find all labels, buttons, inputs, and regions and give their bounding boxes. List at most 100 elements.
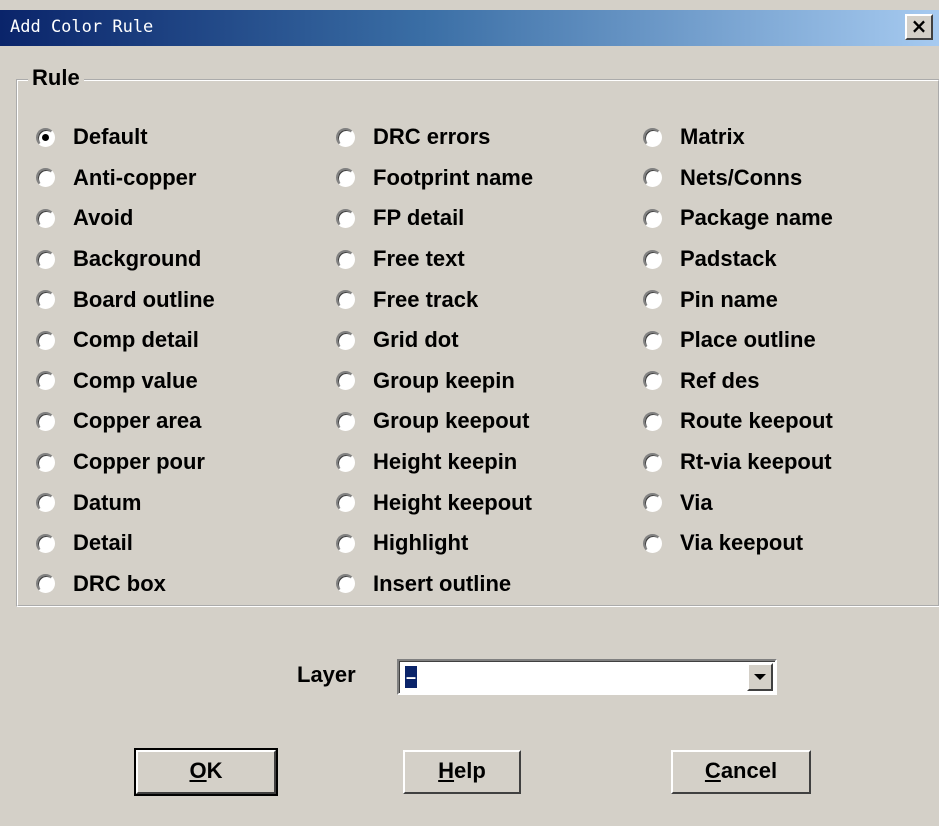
- radio-icon[interactable]: [336, 493, 355, 513]
- rule-radio-comp-detail[interactable]: Comp detail: [36, 320, 215, 361]
- radio-icon[interactable]: [643, 493, 662, 513]
- radio-icon[interactable]: [336, 371, 355, 391]
- rule-radio-route-keepout[interactable]: Route keepout: [643, 401, 833, 442]
- help-label: elp: [454, 758, 486, 783]
- radio-icon[interactable]: [643, 249, 662, 269]
- rule-radio-anti-copper[interactable]: Anti-copper: [36, 158, 215, 199]
- rule-radio-copper-area[interactable]: Copper area: [36, 401, 215, 442]
- rule-radio-height-keepout[interactable]: Height keepout: [336, 482, 533, 523]
- radio-icon[interactable]: [643, 371, 662, 391]
- radio-icon[interactable]: [643, 168, 662, 188]
- radio-icon[interactable]: [336, 330, 355, 350]
- rule-radio-datum[interactable]: Datum: [36, 482, 215, 523]
- rule-radio-padstack[interactable]: Padstack: [643, 239, 833, 280]
- cancel-label: ancel: [720, 758, 778, 783]
- rule-radio-label: Copper area: [73, 408, 202, 434]
- rule-radio-height-keepin[interactable]: Height keepin: [336, 442, 533, 483]
- rule-radio-label: Avoid: [73, 205, 134, 231]
- radio-icon[interactable]: [336, 208, 355, 228]
- rule-radio-detail[interactable]: Detail: [36, 523, 215, 564]
- layer-dropdown-button[interactable]: [747, 663, 773, 691]
- rule-radio-insert-outline[interactable]: Insert outline: [336, 564, 533, 605]
- radio-icon[interactable]: [643, 330, 662, 350]
- rule-radio-drc-box[interactable]: DRC box: [36, 564, 215, 605]
- rule-radio-group-keepout[interactable]: Group keepout: [336, 401, 533, 442]
- rule-radio-nets-conns[interactable]: Nets/Conns: [643, 158, 833, 199]
- rule-radio-group-keepin[interactable]: Group keepin: [336, 361, 533, 402]
- rule-radio-highlight[interactable]: Highlight: [336, 523, 533, 564]
- rule-radio-label: DRC errors: [373, 124, 491, 150]
- radio-icon[interactable]: [36, 533, 55, 553]
- rule-radio-label: Footprint name: [373, 164, 534, 190]
- radio-icon[interactable]: [36, 493, 55, 513]
- radio-icon[interactable]: [36, 452, 55, 472]
- rule-radio-footprint-name[interactable]: Footprint name: [336, 158, 533, 199]
- ok-label: K: [206, 758, 223, 783]
- radio-icon[interactable]: [336, 533, 355, 553]
- rule-radio-avoid[interactable]: Avoid: [36, 198, 215, 239]
- radio-icon[interactable]: [36, 330, 55, 350]
- help-button[interactable]: Help: [403, 750, 521, 794]
- radio-icon[interactable]: [336, 249, 355, 269]
- rule-radio-ref-des[interactable]: Ref des: [643, 361, 833, 402]
- radio-icon[interactable]: [36, 574, 55, 594]
- rule-radio-label: Copper pour: [73, 449, 205, 475]
- rule-radio-label: Comp detail: [73, 327, 199, 353]
- radio-icon[interactable]: [336, 127, 355, 147]
- rule-radio-label: Matrix: [680, 124, 745, 150]
- rule-radio-via-keepout[interactable]: Via keepout: [643, 523, 833, 564]
- rule-radio-drc-errors[interactable]: DRC errors: [336, 117, 533, 158]
- rule-radio-pin-name[interactable]: Pin name: [643, 279, 833, 320]
- rule-radio-label: Board outline: [73, 286, 215, 312]
- rule-column-2: DRC errors Footprint name FP detail Free te…: [336, 117, 533, 604]
- title-bar[interactable]: Add Color Rule ×: [0, 10, 939, 46]
- radio-icon[interactable]: [36, 168, 55, 188]
- rule-radio-label: FP detail: [373, 205, 465, 231]
- rule-radio-default[interactable]: Default: [36, 117, 215, 158]
- radio-icon[interactable]: [643, 411, 662, 431]
- help-mnemonic: H: [438, 758, 455, 783]
- rule-radio-label: Free track: [373, 286, 479, 312]
- radio-icon[interactable]: [336, 574, 355, 594]
- radio-icon[interactable]: [336, 452, 355, 472]
- layer-value: –: [405, 666, 418, 688]
- rule-radio-place-outline[interactable]: Place outline: [643, 320, 833, 361]
- radio-icon[interactable]: [36, 371, 55, 391]
- radio-icon[interactable]: [36, 208, 55, 228]
- rule-radio-matrix[interactable]: Matrix: [643, 117, 833, 158]
- rule-radio-fp-detail[interactable]: FP detail: [336, 198, 533, 239]
- radio-icon[interactable]: [643, 290, 662, 310]
- rule-radio-via[interactable]: Via: [643, 482, 833, 523]
- rule-radio-rt-via-keepout[interactable]: Rt-via keepout: [643, 442, 833, 483]
- radio-icon[interactable]: [643, 127, 662, 147]
- rule-radio-label: Datum: [73, 489, 142, 515]
- rule-radio-package-name[interactable]: Package name: [643, 198, 833, 239]
- cancel-button[interactable]: Cancel: [671, 750, 811, 794]
- rule-radio-label: Detail: [73, 530, 133, 556]
- radio-icon[interactable]: [36, 249, 55, 269]
- radio-icon[interactable]: [643, 452, 662, 472]
- add-color-rule-dialog: Add Color Rule × Rule Default Anti-copper…: [0, 0, 939, 826]
- radio-icon[interactable]: [336, 411, 355, 431]
- radio-icon[interactable]: [336, 290, 355, 310]
- radio-icon[interactable]: [36, 411, 55, 431]
- radio-icon[interactable]: [36, 290, 55, 310]
- radio-icon[interactable]: [643, 533, 662, 553]
- rule-radio-copper-pour[interactable]: Copper pour: [36, 442, 215, 483]
- rule-radio-label: Default: [73, 124, 148, 150]
- rule-radio-free-track[interactable]: Free track: [336, 279, 533, 320]
- layer-select[interactable]: –: [397, 659, 777, 695]
- radio-icon[interactable]: [336, 168, 355, 188]
- rule-radio-board-outline[interactable]: Board outline: [36, 279, 215, 320]
- radio-icon[interactable]: [36, 127, 55, 147]
- rule-radio-label: Via keepout: [680, 530, 804, 556]
- close-button[interactable]: ×: [905, 14, 933, 40]
- rule-radio-background[interactable]: Background: [36, 239, 215, 280]
- rule-radio-label: Highlight: [373, 530, 469, 556]
- rule-radio-label: Padstack: [680, 246, 777, 272]
- radio-icon[interactable]: [643, 208, 662, 228]
- ok-button[interactable]: OK: [134, 748, 278, 796]
- rule-radio-comp-value[interactable]: Comp value: [36, 361, 215, 402]
- rule-radio-grid-dot[interactable]: Grid dot: [336, 320, 533, 361]
- rule-radio-free-text[interactable]: Free text: [336, 239, 533, 280]
